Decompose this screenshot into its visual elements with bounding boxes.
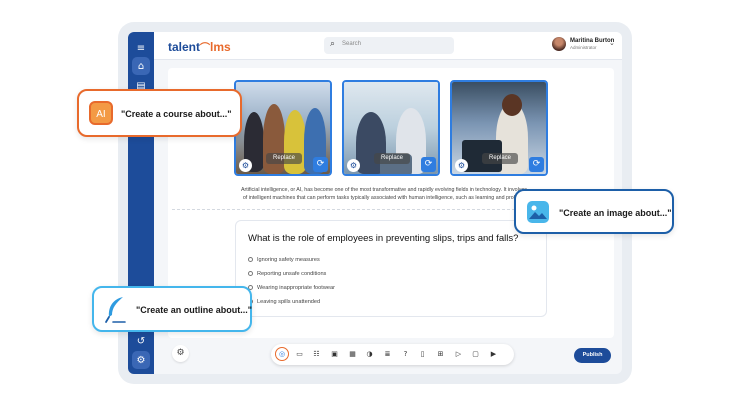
user-role: Administrator [570,45,597,50]
search-placeholder: Search [342,41,362,47]
ai-badge-icon: AI [89,101,113,125]
refresh-icon[interactable]: ⟳ [421,157,436,172]
replace-button[interactable]: Replace [374,153,410,164]
stage: ≡ ⌂ ▤ ↺ ⚙ talent⌒lms ⌕ Search Maritina B… [0,0,750,406]
search-icon: ⌕ [330,39,336,49]
home-icon[interactable]: ⌂ [132,57,150,75]
callout-text: "Create an outline about..." [136,305,253,315]
file-icon[interactable]: ▢ [471,350,480,359]
refresh-icon[interactable]: ⟳ [529,157,544,172]
callout-text: "Create an image about..." [559,208,672,218]
gear-icon[interactable]: ⚙ [347,159,360,172]
feather-icon [103,295,129,325]
generated-image-3[interactable]: Replace ⚙ ⟳ [450,80,548,176]
radio-icon[interactable] [248,271,253,276]
ai-icon[interactable]: ◎ [275,347,289,361]
publish-button[interactable]: Publish [574,348,611,363]
settings-button[interactable]: ⚙ [172,345,189,362]
quiz-option-label: Wearing inappropriate footwear [257,285,335,291]
list-icon[interactable]: ☷ [312,350,321,359]
replace-button[interactable]: Replace [482,153,518,164]
settings-icon[interactable]: ⚙ [132,351,150,369]
history-icon[interactable]: ↺ [132,332,150,350]
create-image-callout: "Create an image about..." [514,189,674,234]
talentlms-logo[interactable]: talent⌒lms [168,39,231,54]
user-name[interactable]: Maritina Burton [570,38,614,44]
gear-icon[interactable]: ⚙ [455,159,468,172]
image-icon [527,201,549,223]
question-icon[interactable]: ? [401,350,410,359]
content-paragraph[interactable]: Artificial intelligence, or AI, has beco… [234,186,534,202]
image-icon[interactable]: ▣ [330,350,339,359]
block-toolbar: ◎ ▭ ☷ ▣ ▦ ◑ ≣ ? ▯ ⊞ ▷ ▢ ▶ [271,344,514,365]
create-outline-callout: "Create an outline about..." [92,286,252,332]
replace-button[interactable]: Replace [266,153,302,164]
divider-icon[interactable]: ≣ [383,350,392,359]
table-icon[interactable]: ⊞ [436,350,445,359]
generated-image-1[interactable]: Replace ⚙ ⟳ [234,80,332,176]
youtube-icon[interactable]: ▶ [489,350,498,359]
menu-icon[interactable]: ≡ [132,39,150,57]
quiz-option[interactable]: Ignoring safety measures [248,257,320,263]
avatar[interactable] [552,37,566,51]
quiz-option[interactable]: Wearing inappropriate footwear [248,285,335,291]
quiz-option-label: Ignoring safety measures [257,257,320,263]
video-icon[interactable]: ▷ [454,350,463,359]
logo-arc-icon: ⌒ [200,43,211,54]
create-course-callout: AI "Create a course about..." [77,89,242,137]
text-icon[interactable]: ▭ [295,350,304,359]
quiz-option-label: Reporting unsafe conditions [257,271,327,277]
quiz-option[interactable]: Leaving spills unattended [248,299,320,305]
callout-text: "Create a course about..." [121,109,232,119]
paragraph-line-1: Artificial intelligence, or AI, has beco… [240,187,528,193]
logo-text-lms: lms [210,40,231,54]
quiz-icon[interactable]: ◑ [365,350,374,359]
media-icon[interactable]: ▦ [348,350,357,359]
logo-text-talent: talent [168,40,201,54]
quiz-block[interactable]: What is the role of employees in prevent… [235,220,547,317]
gear-icon[interactable]: ⚙ [239,159,252,172]
quiz-question: What is the role of employees in prevent… [248,233,519,244]
search-input[interactable]: ⌕ Search [324,37,454,54]
chevron-down-icon[interactable]: ⌄ [609,39,615,47]
quiz-option[interactable]: Reporting unsafe conditions [248,271,326,277]
generated-image-2[interactable]: Replace ⚙ ⟳ [342,80,440,176]
paragraph-line-2: of intelligent machines that can perform… [242,195,526,201]
top-header: talent⌒lms ⌕ Search Maritina Burton Admi… [154,32,622,60]
quiz-option-label: Leaving spills unattended [257,299,321,305]
radio-icon[interactable] [248,257,253,262]
document-icon[interactable]: ▯ [418,350,427,359]
refresh-icon[interactable]: ⟳ [313,157,328,172]
